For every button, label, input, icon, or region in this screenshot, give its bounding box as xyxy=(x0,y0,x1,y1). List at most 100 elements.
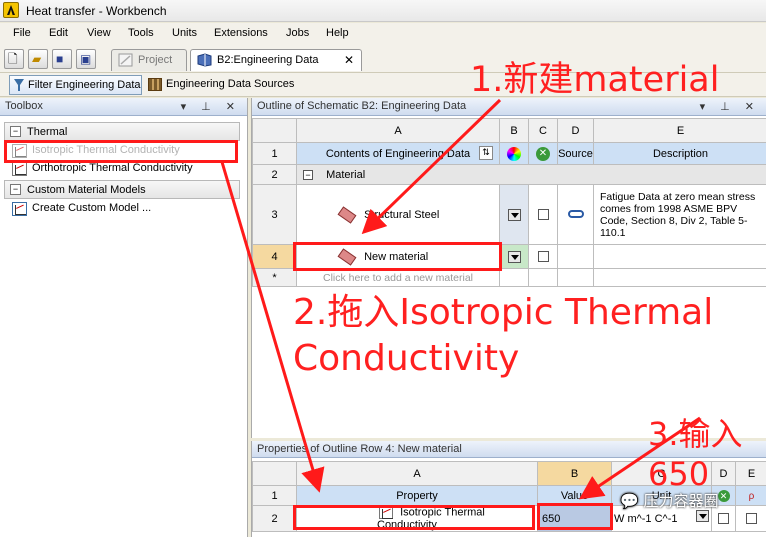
dropdown-arrow-icon[interactable] xyxy=(696,510,709,522)
parameter-checkbox[interactable] xyxy=(746,513,757,525)
empty-cell xyxy=(499,268,529,287)
sort-icon[interactable]: ⇅ xyxy=(479,146,493,160)
suppress-checkbox[interactable] xyxy=(537,251,549,263)
close-tab-icon[interactable]: ✕ xyxy=(344,53,354,67)
suppress-x-icon: ✕ xyxy=(717,489,730,502)
contents-header-label: Contents of Engineering Data xyxy=(325,147,471,160)
table-row: 2 − Material xyxy=(252,164,766,185)
material-name: Structural Steel xyxy=(364,208,440,221)
new-file-button[interactable]: 🗋 xyxy=(4,49,24,69)
material-color-dropdown[interactable] xyxy=(499,244,529,269)
section-material[interactable]: − Material xyxy=(296,164,766,185)
annotation-step2-line2: Conductivity xyxy=(293,338,520,379)
open-folder-icon: ▰ xyxy=(32,52,42,66)
row-number: 2 xyxy=(252,164,297,185)
property-e-cell[interactable] xyxy=(735,505,766,532)
toolbox-item-create-custom-model[interactable]: Create Custom Model ... xyxy=(10,202,151,218)
menu-view[interactable]: View xyxy=(87,27,111,39)
menu-units[interactable]: Units xyxy=(172,27,197,39)
toolbox-group-label: Custom Material Models xyxy=(27,184,146,196)
toolbox-item-label: Create Custom Model ... xyxy=(32,202,152,214)
corner-cell xyxy=(252,118,297,143)
project-icon xyxy=(118,53,133,67)
table-row[interactable]: 3 Structural Steel Fatigue Data at zero … xyxy=(252,184,766,245)
material-suppress-cell[interactable] xyxy=(528,184,558,245)
menu-edit[interactable]: Edit xyxy=(49,27,68,39)
outline-header: Outline of Schematic B2: Engineering Dat… xyxy=(252,98,766,116)
row-number: * xyxy=(252,268,297,287)
empty-cell xyxy=(593,268,766,287)
tab-project[interactable]: Project xyxy=(111,49,187,71)
row-number: 4 xyxy=(252,244,297,269)
open-file-button[interactable]: ▰ xyxy=(28,49,48,69)
dropdown-arrow-icon[interactable] xyxy=(507,250,521,263)
material-source-cell xyxy=(557,244,594,269)
column-header-c[interactable]: C xyxy=(528,118,558,143)
filter-engineering-data-label: Filter Engineering Data xyxy=(28,79,141,91)
menu-jobs[interactable]: Jobs xyxy=(286,27,309,39)
material-description: Fatigue Data at zero mean stress comes f… xyxy=(593,184,766,245)
checkbox[interactable] xyxy=(718,513,729,525)
collapse-icon[interactable]: − xyxy=(303,169,313,180)
menu-tools[interactable]: Tools xyxy=(128,27,154,39)
collapse-icon[interactable]: − xyxy=(10,126,21,137)
suppress-checkbox[interactable] xyxy=(537,209,549,221)
column-header-d[interactable]: D xyxy=(557,118,594,143)
toolbox-header: Toolbox ▾ ⊥ ✕ xyxy=(0,98,247,116)
empty-cell xyxy=(528,268,558,287)
material-source-cell xyxy=(557,184,594,245)
row-number: 1 xyxy=(252,142,297,165)
tab-engineering-data-label: B2:Engineering Data xyxy=(217,54,319,66)
toolbox-group-custom-material-models[interactable]: − Custom Material Models xyxy=(4,180,240,199)
empty-cell xyxy=(557,268,594,287)
row-number: 3 xyxy=(252,184,297,245)
save-as-icon: ▣ xyxy=(80,52,92,66)
menu-file[interactable]: File xyxy=(13,27,31,39)
description-header-label: Description xyxy=(593,142,766,165)
toolbox-panel-controls[interactable]: ▾ ⊥ ✕ xyxy=(181,100,241,113)
filter-icon xyxy=(14,79,24,91)
column-header-a[interactable]: A xyxy=(296,461,538,486)
toolbox-item-orthotropic-thermal-conductivity[interactable]: Orthotropic Thermal Conductivity xyxy=(10,162,193,178)
collapse-icon[interactable]: − xyxy=(10,184,21,195)
annotation-step3-line1: 3.输入 xyxy=(648,415,743,453)
highlight-new-material xyxy=(293,242,502,271)
menu-bar: File Edit View Tools Units Extensions Jo… xyxy=(0,23,766,45)
parameter-icon: ρ xyxy=(748,490,755,502)
table-row[interactable]: * Click here to add a new material xyxy=(252,268,766,287)
column-header-d[interactable]: D xyxy=(711,461,736,486)
material-color-dropdown[interactable] xyxy=(499,184,529,245)
property-chart-icon xyxy=(12,162,27,176)
save-button[interactable]: ■ xyxy=(52,49,72,69)
engineering-data-sources-label: Engineering Data Sources xyxy=(166,78,295,90)
add-material-cell[interactable]: Click here to add a new material xyxy=(296,268,500,287)
outline-title: Outline of Schematic B2: Engineering Dat… xyxy=(257,100,467,112)
column-header-a[interactable]: A xyxy=(296,118,500,143)
dropdown-arrow-icon[interactable] xyxy=(507,208,521,221)
workbench-logo-icon xyxy=(3,2,19,18)
save-as-button[interactable]: ▣ xyxy=(76,49,96,69)
menu-extensions[interactable]: Extensions xyxy=(214,27,268,39)
menu-help[interactable]: Help xyxy=(326,27,349,39)
table-row: 1 Contents of Engineering Data ⇅ ✕ Sourc… xyxy=(252,142,766,165)
link-icon xyxy=(567,209,584,218)
row-number: 2 xyxy=(252,505,297,532)
engineering-data-sources-button[interactable]: Engineering Data Sources xyxy=(148,78,295,91)
save-icon: ■ xyxy=(56,52,64,66)
filter-engineering-data-button[interactable]: Filter Engineering Data xyxy=(9,75,142,95)
column-header-b[interactable]: B xyxy=(499,118,529,143)
annotation-step1: 1.新建material xyxy=(470,60,720,100)
tab-engineering-data[interactable]: B2:Engineering Data ✕ xyxy=(190,49,362,71)
suppress-header-cell: ✕ xyxy=(528,142,558,165)
column-header-b[interactable]: B xyxy=(537,461,612,486)
outline-panel-controls[interactable]: ▾ ⊥ ✕ xyxy=(700,100,760,113)
toolbox-group-label: Thermal xyxy=(27,126,68,138)
material-suppress-cell[interactable] xyxy=(528,244,558,269)
toolbox-group-thermal[interactable]: − Thermal xyxy=(4,122,240,141)
column-header-e[interactable]: E xyxy=(735,461,766,486)
contents-header-cell: Contents of Engineering Data ⇅ xyxy=(296,142,500,165)
unit-value: W m^-1 C^-1 xyxy=(614,512,678,525)
column-header-e[interactable]: E xyxy=(593,118,766,143)
material-name-cell[interactable]: Structural Steel xyxy=(296,184,500,245)
engineering-data-book-icon xyxy=(197,53,212,67)
